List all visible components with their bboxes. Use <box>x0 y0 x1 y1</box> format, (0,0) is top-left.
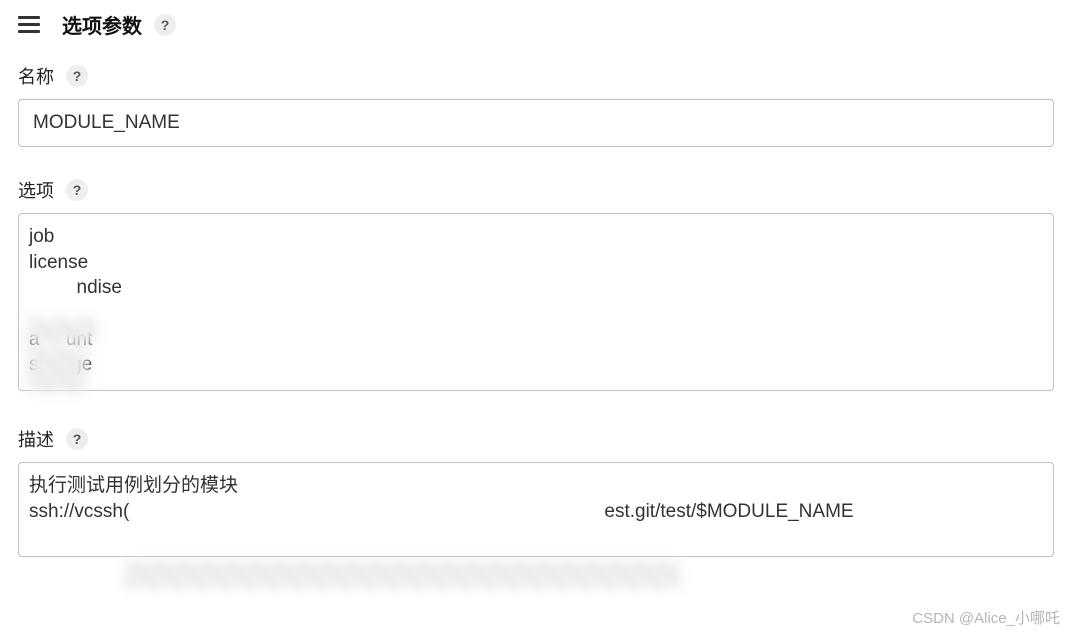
drag-handle-icon[interactable] <box>18 16 40 33</box>
field-options: 选项 ? <box>0 177 1072 396</box>
redaction-overlay <box>124 561 680 589</box>
field-description: 描述 ? <box>0 426 1072 562</box>
section-title: 选项参数 <box>62 10 142 39</box>
field-name: 名称 ? <box>0 63 1072 147</box>
description-input[interactable] <box>18 462 1054 557</box>
name-label: 名称 <box>18 63 54 89</box>
help-icon[interactable]: ? <box>66 65 88 87</box>
section-header: 选项参数 ? <box>0 0 1072 63</box>
options-label: 选项 <box>18 177 54 203</box>
help-icon[interactable]: ? <box>66 179 88 201</box>
name-input[interactable] <box>18 99 1054 147</box>
watermark-text: CSDN @Alice_小哪吒 <box>912 607 1060 628</box>
help-icon[interactable]: ? <box>154 14 176 36</box>
options-input[interactable] <box>18 213 1054 391</box>
help-icon[interactable]: ? <box>66 428 88 450</box>
description-label: 描述 <box>18 426 54 452</box>
